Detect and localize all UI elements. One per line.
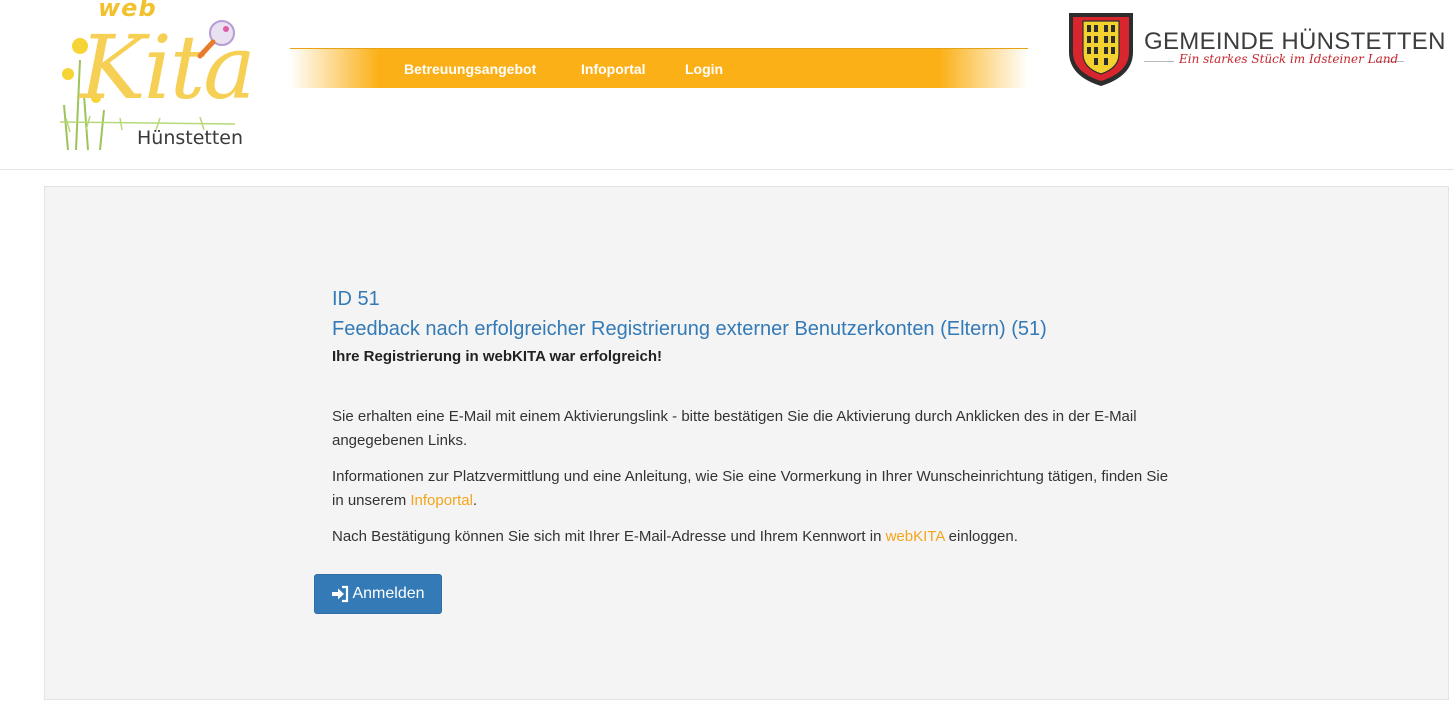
page-id: ID 51 [332, 288, 380, 310]
page-title: Feedback nach erfolgreicher Registrierun… [332, 318, 1047, 340]
nav-login[interactable]: Login [685, 61, 723, 77]
nav-betreuungsangebot[interactable]: Betreuungsangebot [404, 61, 536, 77]
infoportal-info-text: Informationen zur Platzvermittlung und e… [332, 465, 1182, 513]
success-message: Ihre Registrierung in webKITA war erfolg… [332, 348, 663, 365]
slogan-divider-left [1144, 61, 1174, 62]
page-header: web Kita Hünstetten Betreuungsangebot In… [0, 0, 1454, 170]
coat-of-arms-icon[interactable] [1066, 10, 1136, 88]
registration-feedback: ID 51 Feedback nach erfolgreicher Regist… [332, 286, 1182, 549]
infoportal-link[interactable]: Infoportal [410, 492, 473, 509]
webkita-logo[interactable]: web Kita Hünstetten [60, 0, 256, 155]
magnifier-icon [197, 20, 235, 59]
login-text-before: Nach Bestätigung können Sie sich mit Ihr… [332, 528, 886, 545]
main-navigation: Betreuungsangebot Infoportal Login [290, 48, 1028, 88]
logo-town-text: Hünstetten [137, 127, 244, 149]
infoportal-text-after: . [472, 492, 478, 509]
login-info-text: Nach Bestätigung können Sie sich mit Ihr… [332, 525, 1182, 549]
activation-info-text: Sie erhalten eine E-Mail mit einem Aktiv… [332, 408, 1137, 449]
anmelden-button-label: Anmelden [352, 585, 425, 602]
login-text-after: einloggen. [944, 528, 1018, 545]
anmelden-button[interactable]: Anmelden [314, 574, 442, 614]
webkita-link[interactable]: webKITA [886, 528, 945, 545]
nav-infoportal[interactable]: Infoportal [581, 61, 646, 77]
sign-in-icon [332, 585, 349, 603]
municipality-slogan: Ein starkes Stück im Idsteiner Land [1179, 52, 1399, 66]
